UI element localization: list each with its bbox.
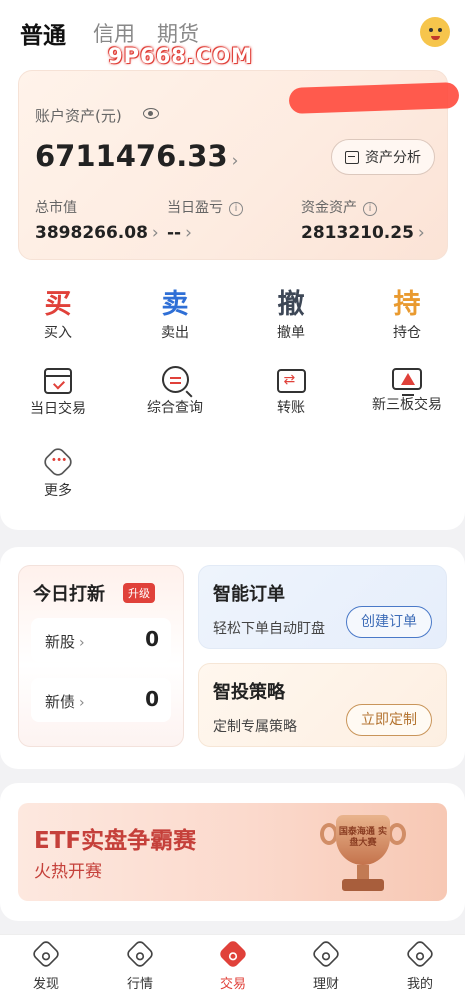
upgrade-badge[interactable]: 升级: [123, 583, 155, 603]
new-stock-row[interactable]: 新股 › 0: [31, 618, 171, 662]
calendar-check-icon: [44, 368, 72, 394]
create-order-button[interactable]: 创建订单: [346, 606, 432, 638]
nav-mine[interactable]: 我的: [390, 938, 450, 992]
stat-market-value[interactable]: 3898266.08 ›: [35, 223, 159, 243]
smart-order-subtitle: 轻松下单自动盯盘: [213, 621, 325, 637]
banner-title: ETF实盘争霸赛: [34, 828, 197, 854]
more-icon: [41, 445, 75, 479]
more-label: 更多: [44, 483, 72, 499]
eye-icon[interactable]: [143, 108, 159, 119]
stat-fund-assets-label: 资金资产 i: [301, 197, 377, 217]
feature-panel: 今日打新 升级 新股 › 0 新债 › 0 智能订单 轻松下单自动盯盘 创建订单 智…: [0, 547, 465, 769]
more-button[interactable]: 更多: [13, 445, 103, 500]
trophy-text: 国泰海通 实盘大赛: [338, 827, 388, 848]
sell-icon: 卖: [161, 289, 189, 320]
today-trades-button[interactable]: 当日交易: [13, 366, 103, 418]
trophy-icon: 国泰海通 实盘大赛: [308, 811, 418, 897]
neeq-trade-label: 新三板交易: [372, 397, 442, 413]
screen-chart-icon: [392, 368, 422, 396]
nav-discover[interactable]: 发现: [16, 938, 76, 992]
asset-analysis-label: 资产分析: [365, 150, 421, 166]
buy-icon: 买: [44, 289, 72, 320]
new-bond-count: 0: [145, 687, 159, 711]
smart-order-title: 智能订单: [213, 584, 285, 605]
smart-strategy-card[interactable]: 智投策略 定制专属策略 立即定制: [198, 663, 447, 747]
buy-button[interactable]: 买 买入: [13, 282, 103, 342]
tab-normal[interactable]: 普通: [20, 16, 66, 50]
smart-strategy-subtitle: 定制专属策略: [213, 719, 297, 735]
trade-icon: [217, 938, 249, 970]
ipo-title: 今日打新: [33, 584, 105, 605]
stat-market-value-label: 总市值: [35, 200, 77, 216]
chevron-right-icon: ›: [417, 223, 425, 243]
stat-daily-pnl-label: 当日盈亏 i: [167, 197, 243, 217]
info-icon[interactable]: i: [363, 202, 377, 216]
chevron-right-icon: ›: [79, 695, 85, 711]
new-stock-count: 0: [145, 627, 159, 651]
sell-label: 卖出: [161, 325, 189, 341]
cancel-label: 撤单: [277, 325, 305, 341]
today-trades-label: 当日交易: [30, 401, 86, 417]
asset-card[interactable]: 账户资产(元) 6711476.33 › 资产分析 总市值 当日盈亏 i 资金资产 i…: [18, 70, 460, 260]
asset-analysis-button[interactable]: 资产分析: [331, 139, 435, 175]
transfer-icon: [276, 369, 306, 393]
query-label: 综合查询: [147, 400, 203, 416]
smart-order-card[interactable]: 智能订单 轻松下单自动盯盘 创建订单: [198, 565, 447, 649]
transfer-label: 转账: [277, 400, 305, 416]
buy-label: 买入: [44, 325, 72, 341]
asset-total-value: 6711476.33: [35, 139, 228, 173]
asset-label: 账户资产(元): [35, 107, 122, 125]
wealth-icon: [310, 938, 342, 970]
nav-trade[interactable]: 交易: [203, 938, 263, 992]
search-icon: [161, 366, 189, 393]
holdings-icon: 持: [393, 289, 421, 320]
nav-wealth[interactable]: 理财: [296, 938, 356, 992]
asset-total[interactable]: 6711476.33 ›: [35, 139, 238, 173]
cancel-icon: 撤: [277, 289, 305, 320]
trade-panel: 账户资产(元) 6711476.33 › 资产分析 总市值 当日盈亏 i 资金资产 i…: [0, 62, 465, 530]
chevron-right-icon: ›: [231, 151, 239, 171]
customize-button[interactable]: 立即定制: [346, 704, 432, 736]
chevron-right-icon: ›: [151, 223, 159, 243]
nav-market[interactable]: 行情: [110, 938, 170, 992]
chart-icon: [124, 938, 156, 970]
sell-button[interactable]: 卖 卖出: [130, 282, 220, 342]
neeq-trade-button[interactable]: 新三板交易: [362, 366, 452, 414]
etf-contest-banner[interactable]: ETF实盘争霸赛 火热开赛 国泰海通 实盘大赛: [18, 803, 447, 901]
redaction-mark: [288, 82, 460, 114]
cat-avatar-icon[interactable]: [420, 17, 450, 47]
query-button[interactable]: 综合查询: [130, 366, 220, 417]
cancel-order-button[interactable]: 撤 撤单: [246, 282, 336, 342]
chevron-right-icon: ›: [185, 223, 192, 243]
analysis-icon: [345, 150, 359, 164]
smart-strategy-title: 智投策略: [213, 682, 285, 703]
compass-icon: [30, 938, 62, 970]
holdings-label: 持仓: [393, 325, 421, 341]
new-bond-row[interactable]: 新债 › 0: [31, 678, 171, 722]
info-icon[interactable]: i: [229, 202, 243, 216]
bottom-nav: 发现 行情 交易 理财 我的: [0, 934, 465, 1000]
holdings-button[interactable]: 持 持仓: [362, 282, 452, 342]
banner-subtitle: 火热开赛: [34, 862, 102, 882]
new-bond-label: 新债 ›: [45, 693, 85, 711]
banner-panel: ETF实盘争霸赛 火热开赛 国泰海通 实盘大赛: [0, 783, 465, 921]
new-stock-label: 新股 ›: [45, 633, 85, 651]
watermark-text: 9P668.COM: [108, 44, 253, 68]
stat-fund-assets[interactable]: 2813210.25 ›: [301, 223, 425, 243]
stat-daily-pnl[interactable]: -- ›: [167, 223, 192, 243]
chevron-right-icon: ›: [79, 635, 85, 651]
transfer-button[interactable]: 转账: [246, 366, 336, 417]
profile-icon: [404, 938, 436, 970]
ipo-card[interactable]: 今日打新 升级 新股 › 0 新债 › 0: [18, 565, 184, 747]
